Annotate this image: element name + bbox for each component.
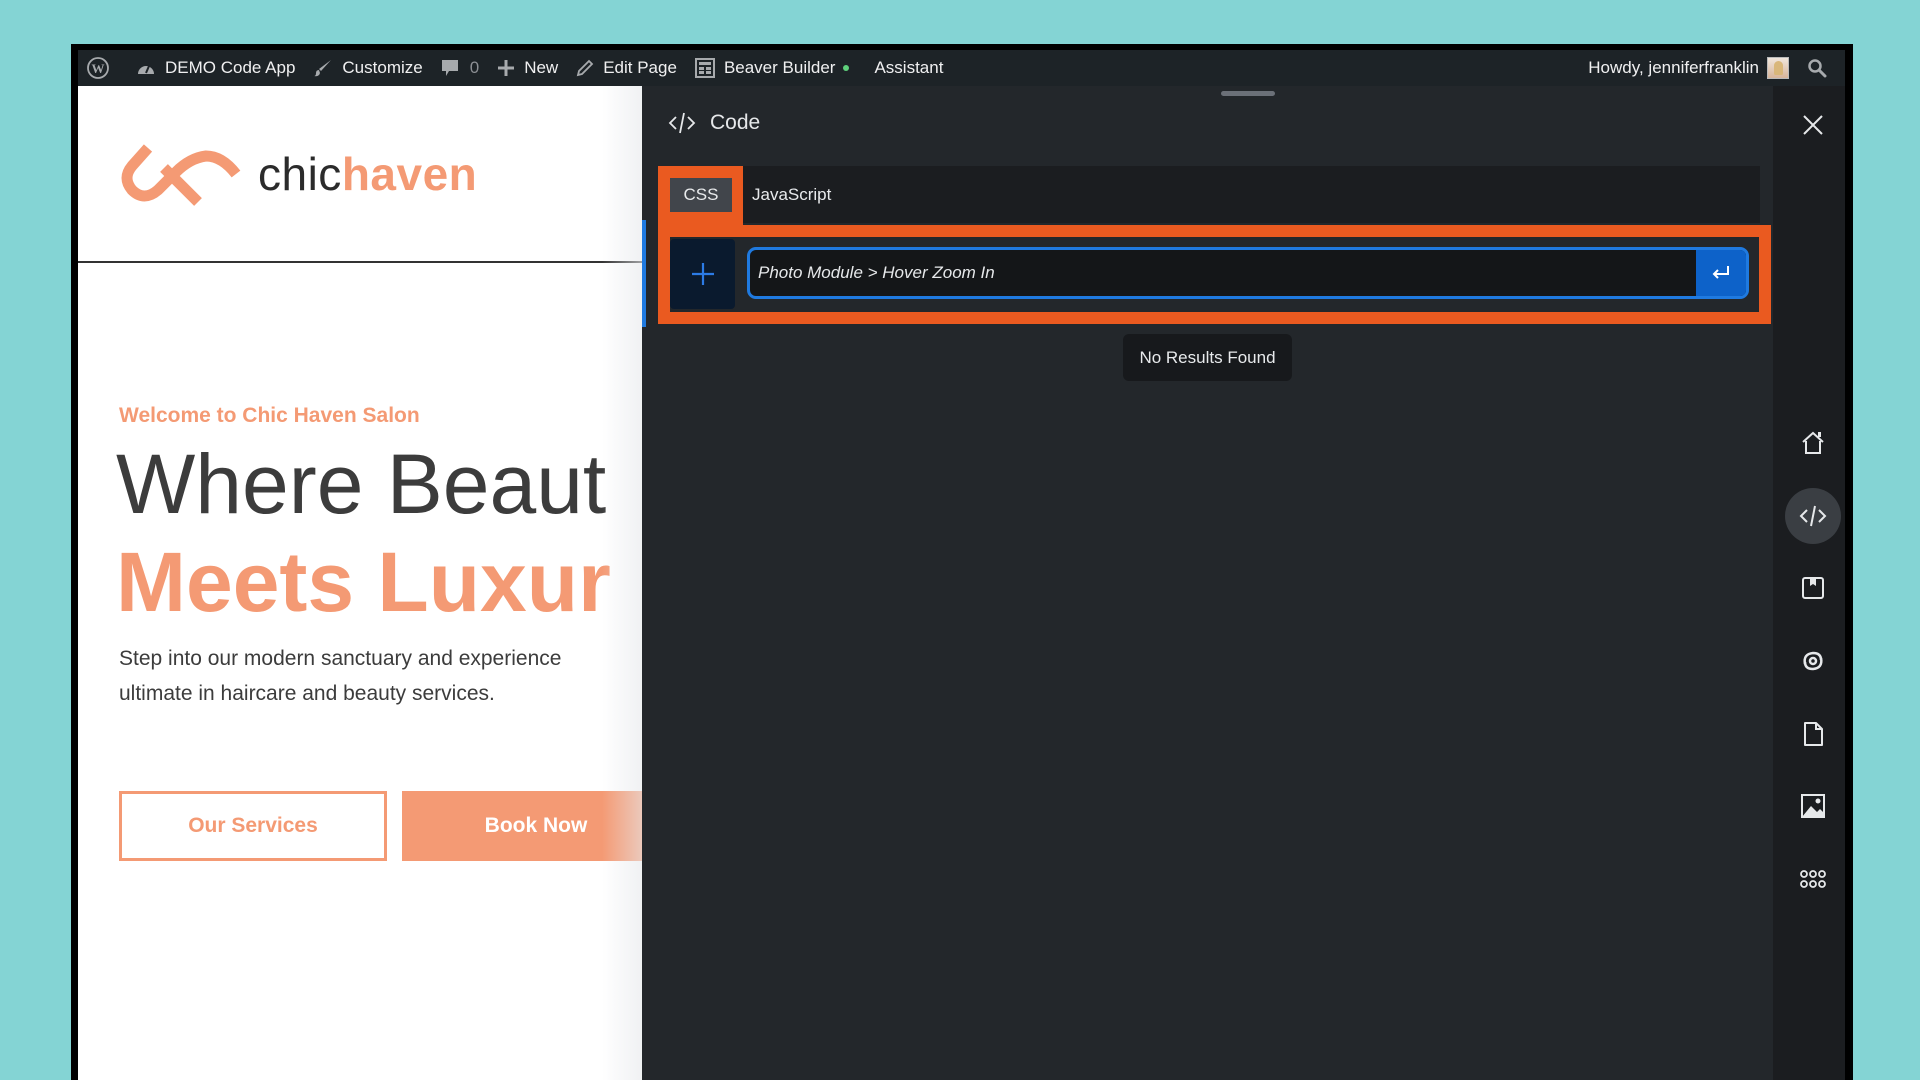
new-label: New [524,58,559,77]
hero-description-line1: Step into our modern sanctuary and exper… [119,647,562,670]
user-greeting: Howdy, jenniferfranklin [1588,58,1759,77]
hero-headline-line2: Meets Luxur [116,535,611,629]
snippet-search-input[interactable] [750,250,1696,296]
image-icon [1801,794,1825,818]
sidebar-item-saved[interactable] [1785,560,1841,616]
edit-page-link[interactable]: Edit Page [567,50,686,86]
new-content-menu[interactable]: New [488,50,567,86]
snippet-search-field [747,247,1749,299]
page-preview: chichaven Welcome to Chic Haven Salon Wh… [78,86,642,1080]
file-icon [1804,722,1823,746]
code-icon [668,112,696,134]
page-edge-shadow [602,86,642,1080]
beaver-builder-layout-icon [694,58,715,78]
pencil-icon [576,59,594,77]
hero-description-line2: ultimate in haircare and beauty services… [119,682,495,705]
close-icon [1803,115,1823,135]
beaver-builder-link[interactable]: Beaver Builder [686,50,859,86]
tab-javascript[interactable]: JavaScript [752,178,831,212]
hero-eyebrow: Welcome to Chic Haven Salon [119,404,420,427]
panel-header: Code [668,111,760,135]
logo-text: chichaven [258,148,478,200]
site-logo[interactable]: chichaven [118,142,477,206]
hero-headline-line1: Where Beaut [116,437,607,531]
dashboard-gauge-icon [138,65,154,74]
admin-search-button[interactable] [1798,50,1845,86]
hero-description: Step into our modern sanctuary and exper… [119,641,642,711]
comments-count: 0 [469,58,480,77]
search-icon [1808,59,1827,78]
submit-search-button[interactable] [1696,250,1746,296]
paintbrush-icon [314,60,332,77]
panel-drag-handle[interactable] [1221,91,1275,96]
home-icon [1802,431,1824,454]
sidebar-item-code[interactable] [1785,488,1841,544]
swirl-icon [1803,651,1823,671]
apps-grid-icon [1800,870,1826,888]
tab-css[interactable]: CSS [670,178,732,212]
wordpress-logo-icon: W [87,57,109,79]
customize-link[interactable]: Customize [304,50,431,86]
assistant-label: Assistant [874,58,944,77]
plus-icon [498,60,515,76]
close-panel-button[interactable] [1801,113,1825,137]
chichaven-logo-mark-icon [121,144,241,206]
sidebar-item-integrations[interactable] [1785,633,1841,689]
code-icon [1799,505,1827,527]
assistant-link[interactable]: Assistant [858,50,952,86]
admin-bar: W DEMO Code App Customize 0 New Edit Pag… [78,50,1845,86]
user-account-menu[interactable]: Howdy, jenniferfranklin [1579,50,1798,86]
no-results-message: No Results Found [1123,334,1292,381]
add-snippet-button[interactable] [670,239,735,309]
edit-page-label: Edit Page [603,58,677,77]
customize-label: Customize [342,58,423,77]
beaver-builder-label: Beaver Builder [723,58,836,77]
wordpress-menu[interactable]: W [78,50,127,86]
site-name: DEMO Code App [165,58,296,77]
sidebar-item-home[interactable] [1785,415,1841,471]
plus-icon [691,263,714,285]
svg-text:W: W [92,61,105,76]
panel-title: Code [710,111,761,134]
sidebar-item-files[interactable] [1785,706,1841,762]
our-services-button[interactable]: Our Services [119,791,387,861]
code-tabs-bar [743,166,1760,223]
avatar [1767,57,1789,79]
sidebar-item-apps[interactable] [1785,851,1841,907]
selection-indicator [642,220,646,327]
site-name-menu[interactable]: DEMO Code App [127,50,304,86]
sidebar-item-media[interactable] [1785,778,1841,834]
window-frame-right [1845,44,1853,1080]
enter-return-icon [1712,266,1729,279]
comments-link[interactable]: 0 [432,50,488,86]
save-icon [1802,577,1824,599]
comment-bubble-icon [441,60,458,76]
site-header: chichaven [78,86,642,263]
status-dot [843,65,850,71]
